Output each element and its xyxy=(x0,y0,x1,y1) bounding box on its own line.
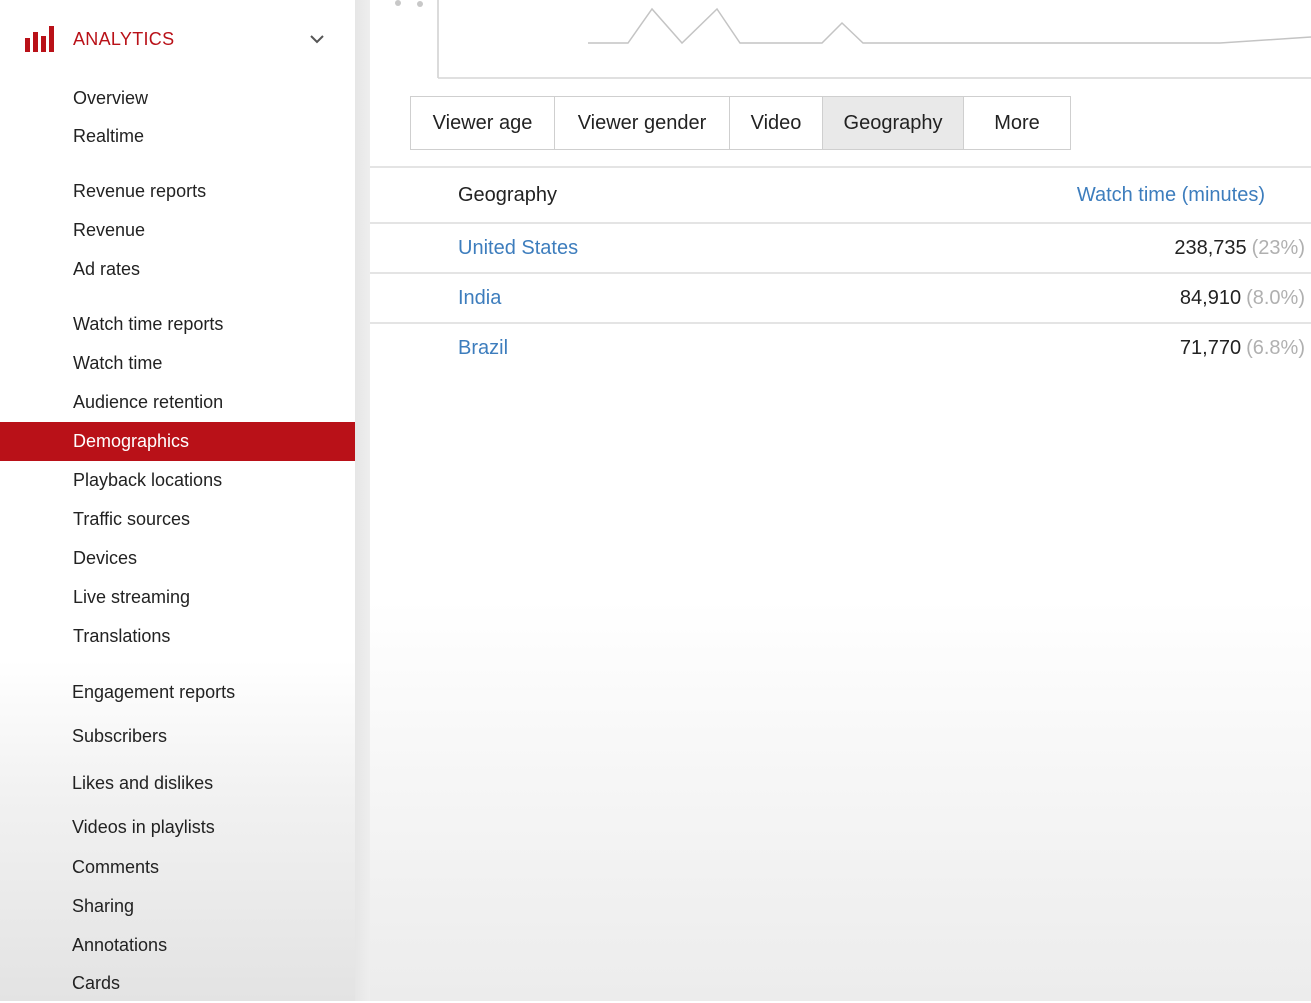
sidebar-item-translations[interactable]: Translations xyxy=(0,617,355,656)
analytics-sidebar: ANALYTICS Overview Realtime Revenue repo… xyxy=(0,0,355,1001)
sidebar-item-videos-in-playlists[interactable]: Videos in playlists xyxy=(0,808,355,847)
sidebar-item-likes-and-dislikes[interactable]: Likes and dislikes xyxy=(0,764,355,803)
sidebar-item-devices[interactable]: Devices xyxy=(0,539,355,578)
table-row: India 84,910 (8.0%) xyxy=(370,274,1311,322)
sidebar-item-watch-time[interactable]: Watch time xyxy=(0,344,355,383)
sidebar-item-sharing[interactable]: Sharing xyxy=(0,887,355,926)
analytics-title: ANALYTICS xyxy=(73,28,175,49)
table-header-row: Geography Watch time (minutes) xyxy=(370,168,1311,222)
tab-viewer-gender[interactable]: Viewer gender xyxy=(555,97,730,149)
watch-time-minutes: 238,735 xyxy=(1174,236,1247,259)
column-header-watch-time[interactable]: Watch time (minutes) xyxy=(1077,168,1265,222)
sidebar-item-audience-retention[interactable]: Audience retention xyxy=(0,383,355,422)
sidebar-item-revenue[interactable]: Revenue xyxy=(0,211,355,250)
tab-video[interactable]: Video xyxy=(730,97,823,149)
sidebar-item-demographics[interactable]: Demographics xyxy=(0,422,355,461)
analytics-bar-chart-icon xyxy=(25,26,59,52)
watch-time-percent: (23%) xyxy=(1251,236,1305,259)
main-panel: Viewer age Viewer gender Video Geography… xyxy=(370,0,1311,1001)
sidebar-item-playback-locations[interactable]: Playback locations xyxy=(0,461,355,500)
sidebar-item-ad-rates[interactable]: Ad rates xyxy=(0,250,355,289)
sidebar-item-engagement-reports[interactable]: Engagement reports xyxy=(0,673,355,712)
watch-time-value: 238,735 (23%) xyxy=(1174,224,1305,272)
sidebar-item-comments[interactable]: Comments xyxy=(0,848,355,887)
tab-geography[interactable]: Geography xyxy=(823,97,964,149)
watch-time-percent: (6.8%) xyxy=(1246,336,1305,359)
analytics-section-header[interactable]: ANALYTICS xyxy=(25,24,335,54)
watch-time-line-chart xyxy=(395,0,1311,79)
watch-time-minutes: 84,910 xyxy=(1179,286,1242,309)
sidebar-item-traffic-sources[interactable]: Traffic sources xyxy=(0,500,355,539)
chevron-down-icon[interactable] xyxy=(307,29,327,49)
sidebar-item-revenue-reports[interactable]: Revenue reports xyxy=(0,172,355,211)
sidebar-item-watch-time-reports[interactable]: Watch time reports xyxy=(0,305,355,344)
watch-time-percent: (8.0%) xyxy=(1246,286,1305,309)
report-tabs: Viewer age Viewer gender Video Geography… xyxy=(410,96,1071,150)
country-link-united-states[interactable]: United States xyxy=(458,224,578,272)
geography-table: Geography Watch time (minutes) United St… xyxy=(370,166,1311,372)
country-link-india[interactable]: India xyxy=(458,274,501,322)
sidebar-item-overview[interactable]: Overview xyxy=(0,79,355,118)
sidebar-item-annotations[interactable]: Annotations xyxy=(0,926,355,965)
sidebar-divider xyxy=(355,0,370,1001)
country-link-brazil[interactable]: Brazil xyxy=(458,324,508,372)
sidebar-item-realtime[interactable]: Realtime xyxy=(0,117,355,156)
sidebar-item-cards[interactable]: Cards xyxy=(0,964,355,1003)
column-header-geography[interactable]: Geography xyxy=(458,168,557,222)
watch-time-value: 71,770 (6.8%) xyxy=(1180,324,1305,372)
table-row: United States 238,735 (23%) xyxy=(370,224,1311,272)
sidebar-item-live-streaming[interactable]: Live streaming xyxy=(0,578,355,617)
tab-viewer-age[interactable]: Viewer age xyxy=(411,97,555,149)
sidebar-item-subscribers[interactable]: Subscribers xyxy=(0,717,355,756)
watch-time-value: 84,910 (8.0%) xyxy=(1180,274,1305,322)
tab-more[interactable]: More xyxy=(964,97,1070,149)
watch-time-minutes: 71,770 xyxy=(1179,336,1242,359)
table-row: Brazil 71,770 (6.8%) xyxy=(370,324,1311,372)
